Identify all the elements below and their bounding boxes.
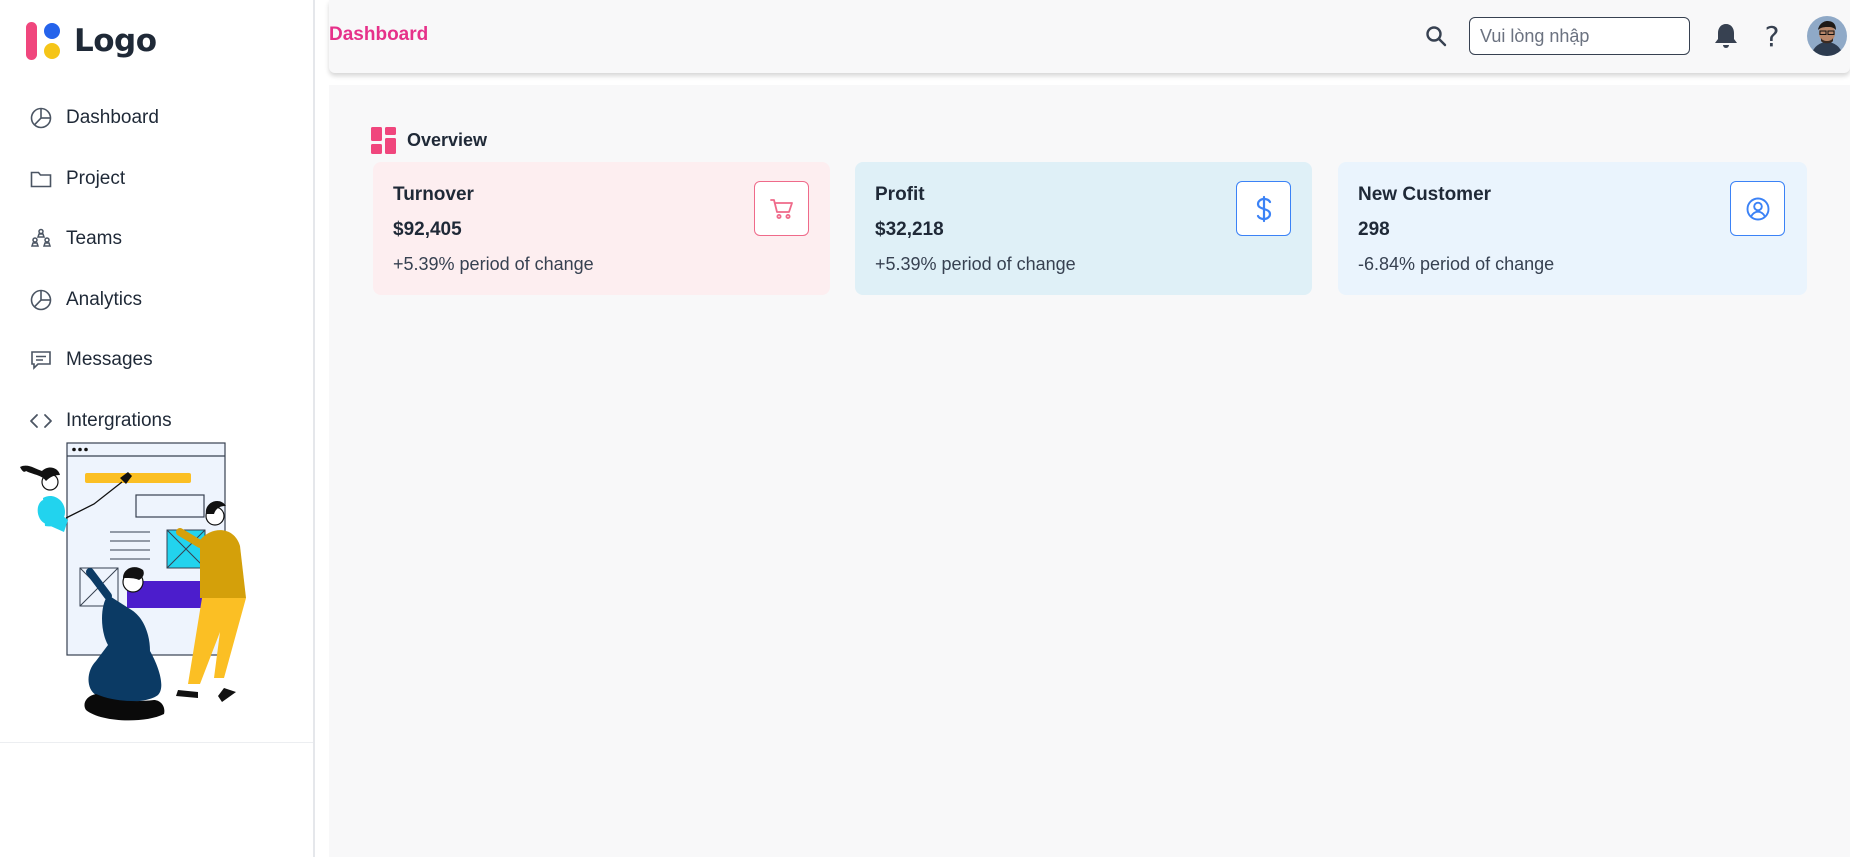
team-icon bbox=[28, 226, 54, 252]
card-title: New Customer bbox=[1358, 184, 1492, 205]
card-change: +5.39% period of change bbox=[875, 254, 1076, 274]
sidebar-item-project[interactable]: Project bbox=[28, 149, 288, 210]
avatar[interactable] bbox=[1807, 16, 1847, 56]
sidebar-item-teams[interactable]: Teams bbox=[28, 209, 288, 270]
message-icon bbox=[28, 347, 54, 373]
cart-icon[interactable] bbox=[754, 181, 809, 236]
sidebar-item-label: Dashboard bbox=[66, 107, 159, 129]
folder-icon bbox=[28, 166, 54, 192]
sidebar-item-label: Messages bbox=[66, 349, 153, 371]
main-content: Overview Turnover $92,405 +5.39% period … bbox=[329, 85, 1850, 857]
logo[interactable]: Logo bbox=[24, 20, 157, 62]
sidebar-panel: Logo Dashboard Project Teams Analytics M… bbox=[0, 0, 313, 743]
sidebar-item-label: Intergrations bbox=[66, 409, 172, 431]
sidebar-item-label: Project bbox=[66, 167, 126, 189]
sidebar-item-dashboard[interactable]: Dashboard bbox=[28, 88, 288, 149]
card-value: $32,218 bbox=[875, 219, 944, 240]
card-title: Turnover bbox=[393, 184, 474, 205]
help-icon[interactable]: ? bbox=[1759, 18, 1785, 54]
overview-heading: Overview bbox=[371, 127, 487, 154]
overview-title: Overview bbox=[407, 130, 488, 150]
bell-icon[interactable] bbox=[1711, 20, 1741, 52]
sidebar-item-label: Teams bbox=[66, 228, 122, 250]
pie-chart-icon bbox=[28, 105, 54, 131]
card-change: -6.84% period of change bbox=[1358, 254, 1555, 274]
search-input[interactable] bbox=[1469, 17, 1690, 55]
pie-chart-icon bbox=[28, 287, 54, 313]
sidebar-nav: Dashboard Project Teams Analytics Messag… bbox=[28, 88, 288, 451]
card-value: $92,405 bbox=[393, 219, 462, 240]
sidebar-item-label: Analytics bbox=[66, 288, 143, 310]
card-title: Profit bbox=[875, 184, 925, 205]
sidebar-item-messages[interactable]: Messages bbox=[28, 330, 288, 391]
dollar-icon[interactable] bbox=[1236, 181, 1291, 236]
stat-card-new-customer[interactable]: New Customer 298 -6.84% period of change bbox=[1338, 162, 1807, 295]
top-bar: Dashboard ? bbox=[329, 0, 1850, 73]
breadcrumb[interactable]: Dashboard bbox=[329, 24, 428, 46]
card-change: +5.39% period of change bbox=[393, 254, 594, 274]
logo-text: Logo bbox=[74, 23, 157, 59]
logo-mark-icon bbox=[26, 22, 60, 60]
dashboard-grid-icon bbox=[371, 127, 396, 154]
team-illustration bbox=[20, 442, 246, 721]
code-icon bbox=[28, 408, 54, 434]
stat-card-profit[interactable]: Profit $32,218 +5.39% period of change bbox=[855, 162, 1312, 295]
search-icon[interactable] bbox=[1422, 22, 1450, 50]
sidebar-item-analytics[interactable]: Analytics bbox=[28, 270, 288, 331]
card-value: 298 bbox=[1358, 219, 1390, 240]
sidebar: Logo Dashboard Project Teams Analytics M… bbox=[0, 0, 315, 857]
stat-card-turnover[interactable]: Turnover $92,405 +5.39% period of change bbox=[373, 162, 830, 295]
user-circle-icon[interactable] bbox=[1730, 181, 1785, 236]
